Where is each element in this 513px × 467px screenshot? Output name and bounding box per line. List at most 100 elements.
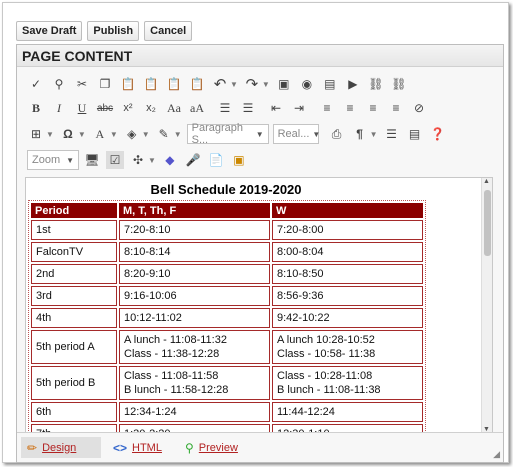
font-color-icon[interactable]: A: [91, 125, 109, 143]
save-draft-button[interactable]: Save Draft: [16, 21, 83, 41]
table-cell[interactable]: 9:16-10:06: [119, 286, 270, 306]
table-cell[interactable]: 12:34-1:24: [119, 402, 270, 422]
publish-button[interactable]: Publish: [87, 21, 140, 41]
microphone-icon[interactable]: 🎤: [184, 151, 202, 169]
symbol-dropdown-icon[interactable]: ▼: [78, 130, 86, 139]
table-icon[interactable]: ⊞: [27, 125, 45, 143]
table-cell[interactable]: 8:10-8:50: [272, 264, 423, 284]
undo-dropdown-icon[interactable]: ▼: [230, 80, 238, 89]
editor-content-area[interactable]: Bell Schedule 2019-2020 Period M, T, Th,…: [25, 177, 493, 434]
font-size-down-icon[interactable]: aA: [188, 99, 206, 117]
subscript-icon[interactable]: x₂: [142, 99, 160, 117]
tab-design[interactable]: ✏ Design: [21, 437, 101, 458]
vertical-scrollbar[interactable]: ▲ ▼: [481, 178, 492, 433]
resize-grip-icon[interactable]: ◢: [493, 449, 500, 460]
paste-word-icon[interactable]: 📋: [165, 75, 183, 93]
table-cell[interactable]: 3rd: [31, 286, 117, 306]
clear-format-icon[interactable]: ⊘: [410, 99, 428, 117]
tab-html-label[interactable]: HTML: [132, 442, 162, 454]
paste-text-icon[interactable]: 📋: [142, 75, 160, 93]
module-dropdown-icon[interactable]: ▼: [148, 156, 156, 165]
table-dropdown-icon[interactable]: ▼: [46, 130, 54, 139]
undo-icon[interactable]: ↶: [211, 75, 229, 93]
table-cell[interactable]: 1st: [31, 220, 117, 240]
select-all-icon[interactable]: ☑: [106, 151, 124, 169]
preview-icon[interactable]: 🖥: [83, 151, 101, 169]
underline-icon[interactable]: U: [73, 99, 91, 117]
page-properties-icon[interactable]: ▤: [406, 125, 424, 143]
module-icon[interactable]: ✣: [129, 151, 147, 169]
align-center-icon[interactable]: ≡: [341, 99, 359, 117]
tab-html[interactable]: <> HTML: [107, 437, 168, 458]
link-icon[interactable]: ⛓: [367, 75, 385, 93]
table-cell[interactable]: 8:00-8:04: [272, 242, 423, 262]
table-cell[interactable]: 6th: [31, 402, 117, 422]
table-cell[interactable]: 5th period B: [31, 366, 117, 400]
bulleted-list-icon[interactable]: ☰: [239, 99, 257, 117]
align-right-icon[interactable]: ≡: [364, 99, 382, 117]
font-size-up-icon[interactable]: Aa: [165, 99, 183, 117]
table-cell[interactable]: 8:10-8:14: [119, 242, 270, 262]
highlight-dropdown-icon[interactable]: ▼: [142, 130, 150, 139]
superscript-icon[interactable]: x²: [119, 99, 137, 117]
strikethrough-icon[interactable]: abc: [96, 99, 114, 117]
show-formatting-icon[interactable]: ¶: [351, 125, 369, 143]
highlight-icon[interactable]: ◈: [123, 125, 141, 143]
table-cell[interactable]: 5th period A: [31, 330, 117, 364]
scrollbar-thumb[interactable]: [484, 190, 491, 256]
scroll-up-icon[interactable]: ▲: [483, 178, 490, 185]
cancel-button[interactable]: Cancel: [144, 21, 193, 41]
redo-icon[interactable]: ↷: [243, 75, 261, 93]
paste-html-icon[interactable]: 📋: [188, 75, 206, 93]
table-cell[interactable]: 2nd: [31, 264, 117, 284]
italic-icon[interactable]: I: [50, 99, 68, 117]
font-family-select[interactable]: Real... ▼: [272, 124, 320, 144]
find-icon[interactable]: ⚲: [50, 75, 68, 93]
align-left-icon[interactable]: ≡: [318, 99, 336, 117]
image-icon[interactable]: ▣: [275, 75, 293, 93]
outdent-icon[interactable]: ⇤: [267, 99, 285, 117]
paragraph-style-select[interactable]: Paragraph S... ▼: [186, 122, 269, 146]
table-cell[interactable]: A lunch - 11:08-11:32 Class - 11:38-12:2…: [119, 330, 270, 364]
bell-schedule-table[interactable]: Period M, T, Th, F W 1st 7:20-8:10 7:20-8:…: [28, 200, 426, 433]
table-cell[interactable]: 8:20-9:10: [119, 264, 270, 284]
insert-file-icon[interactable]: 📄: [207, 151, 225, 169]
table-cell[interactable]: 11:44-12:24: [272, 402, 423, 422]
gallery-icon[interactable]: ▣: [230, 151, 248, 169]
tab-design-label[interactable]: Design: [42, 442, 76, 454]
help-icon[interactable]: ❓: [429, 125, 447, 143]
table-cell[interactable]: 4th: [31, 308, 117, 328]
format-painter-dropdown-icon[interactable]: ▼: [174, 130, 182, 139]
font-color-dropdown-icon[interactable]: ▼: [110, 130, 118, 139]
table-cell[interactable]: FalconTV: [31, 242, 117, 262]
unlink-icon[interactable]: ⛓: [390, 75, 408, 93]
formatting-dropdown-icon[interactable]: ▼: [370, 130, 378, 139]
numbered-list-icon[interactable]: ☰: [216, 99, 234, 117]
print-icon[interactable]: ⎙: [328, 125, 346, 143]
indent-icon[interactable]: ⇥: [290, 99, 308, 117]
redo-dropdown-icon[interactable]: ▼: [262, 80, 270, 89]
table-cell[interactable]: Class - 11:08-11:58 B lunch - 11:58-12:2…: [119, 366, 270, 400]
tab-preview-label[interactable]: Preview: [199, 442, 238, 454]
spellcheck-icon[interactable]: ✓: [27, 75, 45, 93]
cut-icon[interactable]: ✂: [73, 75, 91, 93]
table-cell[interactable]: A lunch 10:28-10:52 Class - 10:58- 11:38: [272, 330, 423, 364]
tab-preview[interactable]: ⚲ Preview: [179, 437, 244, 458]
table-cell[interactable]: Class - 10:28-11:08 B lunch - 11:08-11:3…: [272, 366, 423, 400]
table-cell[interactable]: 9:42-10:22: [272, 308, 423, 328]
table-cell[interactable]: 7:20-8:00: [272, 220, 423, 240]
table-cell[interactable]: 8:56-9:36: [272, 286, 423, 306]
table-cell[interactable]: 10:12-11:02: [119, 308, 270, 328]
flash-icon[interactable]: ▤: [321, 75, 339, 93]
copy-icon[interactable]: ❐: [96, 75, 114, 93]
table-cell[interactable]: 7:20-8:10: [119, 220, 270, 240]
media-icon[interactable]: ◉: [298, 75, 316, 93]
zoom-select[interactable]: Zoom ▼: [27, 150, 79, 170]
widget-icon[interactable]: ◆: [161, 151, 179, 169]
video-icon[interactable]: ▶: [344, 75, 362, 93]
justify-icon[interactable]: ≡: [387, 99, 405, 117]
format-painter-icon[interactable]: ✎: [155, 125, 173, 143]
symbol-icon[interactable]: Ω: [59, 125, 77, 143]
paste-icon[interactable]: 📋: [119, 75, 137, 93]
bold-icon[interactable]: B: [27, 99, 45, 117]
